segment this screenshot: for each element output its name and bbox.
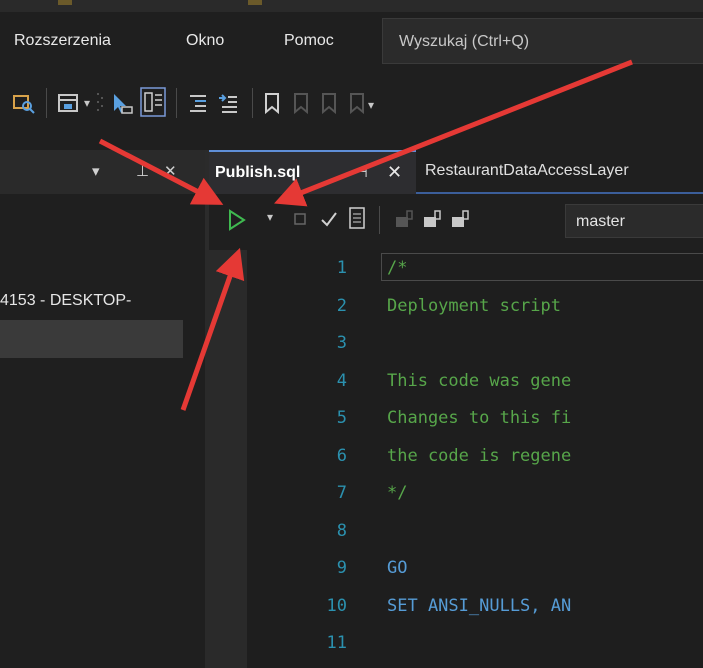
server-node[interactable]: 4153 - DESKTOP- xyxy=(0,292,131,310)
execute-dropdown-icon[interactable]: ▾ xyxy=(267,210,273,224)
code-line: the code is regene xyxy=(387,445,572,466)
schema-compare-icon[interactable] xyxy=(140,87,166,117)
connect-icon[interactable] xyxy=(393,208,415,230)
tab-pin-icon[interactable]: ⊣ xyxy=(354,162,368,182)
document-tabs: Publish.sql ⊣ ✕ RestaurantDataAccessLaye… xyxy=(209,150,703,194)
menu-item-okno[interactable]: Okno xyxy=(186,32,224,50)
toolbar-overflow-icon[interactable]: ▾ xyxy=(368,98,374,124)
line-number: 1 xyxy=(336,258,347,278)
bookmark-icon[interactable] xyxy=(262,90,282,116)
line-number: 8 xyxy=(336,520,347,541)
outdent-icon[interactable] xyxy=(186,90,210,116)
title-strip xyxy=(0,0,703,12)
toolbar-separator xyxy=(252,88,253,118)
tab-restaurant-data-access-layer[interactable]: RestaurantDataAccessLayer xyxy=(425,162,629,180)
toolbar-grip-icon xyxy=(97,93,103,111)
clear-bookmarks-icon[interactable] xyxy=(346,90,368,116)
tab-publish-sql[interactable]: Publish.sql ⊣ ✕ xyxy=(209,150,416,194)
search-box[interactable]: Wyszukaj (Ctrl+Q) xyxy=(382,18,703,64)
line-number: 2 xyxy=(336,295,347,316)
object-explorer-panel: ▾ ⊥ ✕ 4153 - DESKTOP- xyxy=(0,150,205,668)
line-number: 5 xyxy=(336,408,347,428)
disconnect-icon[interactable] xyxy=(421,208,443,230)
code-line: SET ANSI_NULLS, AN xyxy=(387,595,572,616)
stop-icon[interactable] xyxy=(293,212,307,226)
code-line: This code was gene xyxy=(387,370,572,391)
parse-icon[interactable] xyxy=(319,208,339,230)
toolbar-separator xyxy=(379,206,380,234)
menu-item-rozszerzenia[interactable]: Rozszerzenia xyxy=(14,32,111,50)
search-placeholder: Wyszukaj (Ctrl+Q) xyxy=(399,33,530,50)
panel-header: ▾ ⊥ ✕ xyxy=(0,150,205,194)
find-in-files-icon[interactable] xyxy=(12,90,36,116)
editor-margin xyxy=(205,250,247,668)
code-line: */ xyxy=(387,483,408,503)
next-bookmark-icon[interactable] xyxy=(318,90,340,116)
database-name: master xyxy=(576,213,625,230)
tab-label: Publish.sql xyxy=(215,164,301,181)
previous-bookmark-icon[interactable] xyxy=(290,90,312,116)
code-line: /* xyxy=(387,258,408,278)
panel-dropdown-icon[interactable]: ▾ xyxy=(92,162,100,180)
tab-close-icon[interactable]: ✕ xyxy=(387,162,402,183)
code-line: Changes to this fi xyxy=(387,408,572,428)
title-accent xyxy=(248,0,262,5)
sql-toolbar: ▾ master xyxy=(209,196,703,244)
dropdown-icon[interactable]: ▾ xyxy=(84,96,90,122)
toolbar-separator xyxy=(176,88,177,118)
line-number: 3 xyxy=(336,333,347,353)
line-number: 7 xyxy=(336,483,347,503)
toolbar-separator xyxy=(46,88,47,118)
code-line: Deployment script xyxy=(387,295,561,316)
panel-close-icon[interactable]: ✕ xyxy=(164,162,177,180)
code-editor[interactable]: 1 /* 2 Deployment script 3 4 This code was gen… xyxy=(247,250,703,668)
title-accent xyxy=(58,0,72,5)
panel-pin-icon[interactable]: ⊥ xyxy=(136,162,149,180)
line-number: 11 xyxy=(326,633,347,653)
main-toolbar: ▾ ▾ xyxy=(0,66,703,150)
database-selector[interactable]: master xyxy=(565,204,703,238)
line-number: 4 xyxy=(336,370,347,391)
results-icon[interactable] xyxy=(347,206,367,232)
current-line-highlight xyxy=(381,253,703,281)
line-number: 9 xyxy=(336,558,347,578)
indent-icon[interactable] xyxy=(216,90,240,116)
line-number: 6 xyxy=(336,445,347,466)
menu-bar: Rozszerzenia Okno Pomoc Wyszukaj (Ctrl+Q… xyxy=(0,12,703,66)
selected-row[interactable] xyxy=(0,320,183,358)
change-connection-icon[interactable] xyxy=(449,208,471,230)
menu-item-pomoc[interactable]: Pomoc xyxy=(284,32,334,50)
solution-explorer-icon[interactable] xyxy=(56,90,80,116)
code-line: GO xyxy=(387,558,408,578)
execute-icon[interactable] xyxy=(227,208,247,232)
pointer-icon[interactable] xyxy=(110,90,134,116)
line-number: 10 xyxy=(326,595,347,616)
